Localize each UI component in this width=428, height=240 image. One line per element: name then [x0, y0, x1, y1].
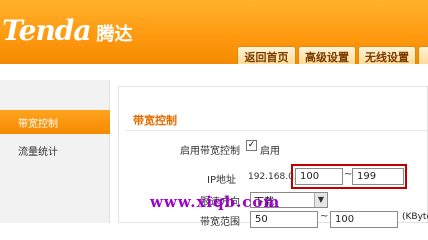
range-max-input[interactable] [330, 211, 398, 228]
tab-advanced-settings[interactable]: 高级设置 [298, 46, 356, 66]
tab-home[interactable]: 返回首页 [237, 46, 296, 66]
sidebar-item-traffic-stats[interactable]: 流量统计 [0, 138, 110, 162]
top-nav-tabs: 返回首页 高级设置 无线设置 [0, 46, 428, 66]
panel-title: 带宽控制 [133, 114, 177, 127]
range-unit: (KByte/s) [402, 212, 428, 222]
panel-divider [125, 130, 428, 131]
tab-wireless-settings[interactable]: 无线设置 [358, 46, 416, 66]
ip-prefix: 192.168.0. [248, 172, 297, 182]
sidebar: 带宽控制 流量统计 [0, 80, 110, 223]
ip-address-label: IP地址 [207, 175, 236, 186]
range-separator: ~ [320, 211, 329, 222]
brand-name-cn: 腾达 [96, 24, 133, 45]
ip-start-input[interactable] [295, 168, 343, 185]
enable-checkbox-label: 启用 [260, 146, 280, 157]
sidebar-item-bandwidth-control[interactable]: 带宽控制 [0, 110, 110, 134]
enable-checkbox[interactable]: ✓ [246, 140, 257, 151]
brand-name-en: Tenda [2, 14, 92, 47]
watermark: www.xiqb.com [150, 193, 281, 211]
ip-end-input[interactable] [352, 168, 404, 185]
range-min-input[interactable] [250, 211, 318, 228]
chevron-down-icon[interactable]: ▼ [314, 193, 327, 207]
enable-bandwidth-label: 启用带宽控制 [180, 146, 240, 157]
tab-more[interactable] [418, 46, 428, 66]
brand-logo: Tenda 腾达 [2, 14, 133, 47]
range-label: 带宽范围 [200, 217, 240, 228]
